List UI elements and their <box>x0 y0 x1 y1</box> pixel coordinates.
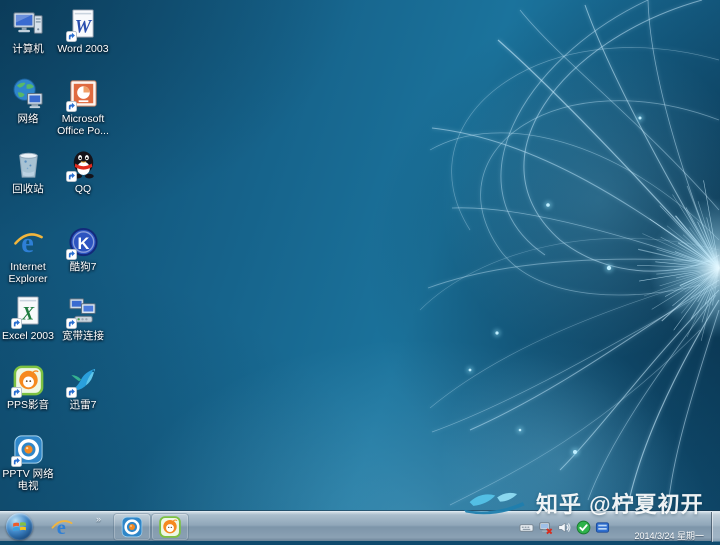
start-button[interactable] <box>6 513 33 540</box>
desktop-icon-pptv[interactable]: PPTV 网络电视 <box>2 433 54 492</box>
svg-text:W: W <box>74 16 92 36</box>
shortcut-arrow-icon <box>65 249 77 260</box>
tray-volume-icon[interactable] <box>557 520 572 535</box>
taskbar: e » 2014/3/24 星期一 <box>0 511 720 542</box>
excel-icon: X <box>10 295 45 329</box>
tray-network-error-icon[interactable] <box>538 520 553 535</box>
desktop-icon-label: 酷狗7 <box>69 261 97 273</box>
computer-icon <box>12 8 45 41</box>
desktop-wallpaper: 计算机 W Word 2003 网络 Microsoft Office Po... 回收站… <box>0 0 720 511</box>
pps-icon <box>158 515 182 539</box>
desktop-icon-label: Word 2003 <box>57 43 109 55</box>
taskbar-button-pps[interactable] <box>152 514 188 540</box>
taskbar-button-pptv[interactable] <box>114 514 150 540</box>
shortcut-arrow-icon <box>65 318 77 329</box>
network-icon <box>12 78 45 111</box>
desktop-icon-internet-explorer[interactable]: e Internet Explorer <box>2 226 54 285</box>
recycle-bin-icon <box>12 148 45 181</box>
windows-flag-icon <box>13 522 26 532</box>
desktop-icon-label: PPTV 网络电视 <box>2 468 54 492</box>
qq-icon <box>65 148 100 182</box>
pptv-icon <box>120 515 144 539</box>
tray-clock[interactable]: 2014/3/24 星期一 <box>634 512 704 545</box>
shortcut-arrow-icon <box>10 387 22 398</box>
word-icon: W <box>65 8 100 42</box>
broadband-icon <box>65 295 100 329</box>
shortcut-arrow-icon <box>65 387 77 398</box>
desktop-icon-label: PPS影音 <box>6 399 49 411</box>
desktop-icon-broadband[interactable]: 宽带连接 <box>57 295 109 342</box>
taskbar-pinned-internet-explorer[interactable]: e <box>44 514 80 540</box>
desktop-icon-label: 计算机 <box>12 43 44 55</box>
desktop-icon-word[interactable]: W Word 2003 <box>57 8 109 55</box>
desktop-icon-xunlei[interactable]: 迅雷7 <box>57 364 109 411</box>
tray-date: 2014/3/24 星期一 <box>634 531 704 541</box>
desktop-icon-label: Excel 2003 <box>2 330 54 342</box>
shortcut-arrow-icon <box>10 318 22 329</box>
svg-text:K: K <box>77 235 89 253</box>
tray-keyboard-icon[interactable] <box>519 520 534 535</box>
desktop-icon-kugou[interactable]: K 酷狗7 <box>57 226 109 273</box>
desktop-icon-excel[interactable]: X Excel 2003 <box>2 295 54 342</box>
desktop-icon-label: 迅雷7 <box>69 399 97 411</box>
desktop-icon-label: QQ <box>74 183 92 195</box>
internet-explorer-icon: e <box>50 515 74 539</box>
desktop-icon-recycle-bin[interactable]: 回收站 <box>2 148 54 195</box>
xunlei-icon <box>65 364 100 398</box>
desktop-icon-label: Internet Explorer <box>8 261 48 285</box>
shortcut-arrow-icon <box>10 456 22 467</box>
tray-security-check-icon[interactable] <box>576 520 591 535</box>
show-desktop-button[interactable] <box>711 512 720 542</box>
shortcut-arrow-icon <box>65 31 77 42</box>
powerpoint-icon <box>65 78 100 112</box>
svg-text:e: e <box>21 228 33 259</box>
taskbar-chevron[interactable]: » <box>96 514 101 524</box>
desktop-icon-powerpoint[interactable]: Microsoft Office Po... <box>57 78 109 137</box>
desktop-icon-qq[interactable]: QQ <box>57 148 109 195</box>
pptv-icon <box>10 433 45 467</box>
system-tray <box>519 512 610 542</box>
desktop-icon-label: Microsoft Office Po... <box>57 113 109 137</box>
tray-media-icon[interactable] <box>595 520 610 535</box>
desktop-icon-network[interactable]: 网络 <box>2 78 54 125</box>
desktop-icon-pps[interactable]: PPS影音 <box>2 364 54 411</box>
svg-text:X: X <box>20 303 34 323</box>
internet-explorer-icon: e <box>12 226 45 259</box>
desktop-icon-label: 宽带连接 <box>62 330 104 342</box>
desktop-icon-computer[interactable]: 计算机 <box>2 8 54 55</box>
kugou-icon: K <box>65 226 100 260</box>
desktop-icon-label: 回收站 <box>12 183 44 195</box>
shortcut-arrow-icon <box>65 171 77 182</box>
shortcut-arrow-icon <box>65 101 77 112</box>
pps-icon <box>10 364 45 398</box>
desktop-icon-label: 网络 <box>17 113 39 125</box>
